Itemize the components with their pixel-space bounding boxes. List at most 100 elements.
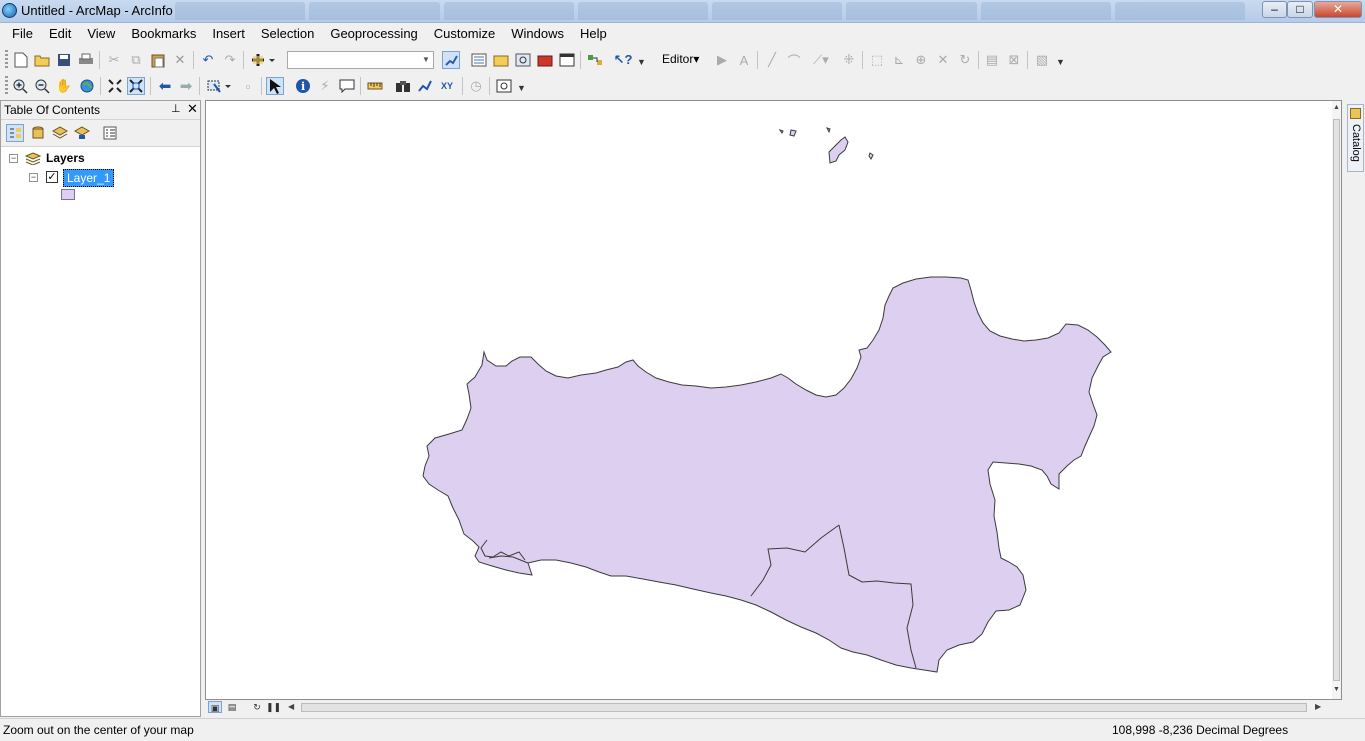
scroll-right-arrow-icon[interactable]: ▶ xyxy=(1315,702,1321,711)
list-by-selection-icon[interactable] xyxy=(73,124,91,142)
identify-icon[interactable]: i xyxy=(294,77,312,95)
edit-vertices-icon[interactable]: ⬚ xyxy=(868,51,886,69)
new-document-icon[interactable] xyxy=(12,51,30,69)
menu-bookmarks[interactable]: Bookmarks xyxy=(123,23,204,45)
layer-visibility-checkbox[interactable]: ✓ xyxy=(46,171,58,183)
menu-insert[interactable]: Insert xyxy=(204,23,253,45)
editor-menu[interactable]: Editor▾ xyxy=(662,52,699,66)
toolbar-grip[interactable] xyxy=(5,50,8,70)
menu-geoprocessing[interactable]: Geoprocessing xyxy=(322,23,425,45)
menu-customize[interactable]: Customize xyxy=(426,23,503,45)
small-island[interactable] xyxy=(868,152,874,160)
point-tool-icon[interactable]: ⁜ xyxy=(840,51,858,69)
small-island[interactable] xyxy=(789,129,797,137)
menu-selection[interactable]: Selection xyxy=(253,23,322,45)
add-data-icon[interactable] xyxy=(249,51,277,69)
layer-symbol-swatch[interactable] xyxy=(61,189,75,200)
delete-icon[interactable]: ✕ xyxy=(171,51,189,69)
maximize-button[interactable]: □ xyxy=(1287,1,1313,18)
edit-annotation-icon[interactable]: A xyxy=(735,51,753,69)
pin-icon[interactable]: ⊥ xyxy=(171,102,181,115)
layer-name-label[interactable]: Layer_1 xyxy=(63,169,115,187)
list-by-source-icon[interactable] xyxy=(29,124,47,142)
split-tool-icon[interactable]: ✕ xyxy=(934,51,952,69)
close-icon[interactable]: ✕ xyxy=(187,101,198,117)
straight-segment-icon[interactable]: ╱ xyxy=(763,51,781,69)
full-extent-globe-icon[interactable] xyxy=(78,77,96,95)
create-viewer-window-icon[interactable] xyxy=(495,77,513,95)
paste-icon[interactable] xyxy=(149,51,167,69)
find-route-icon[interactable] xyxy=(416,77,434,95)
undo-icon[interactable]: ↶ xyxy=(199,51,217,69)
menu-windows[interactable]: Windows xyxy=(503,23,572,45)
small-island[interactable] xyxy=(778,129,784,134)
chevron-down-icon[interactable]: ▼ xyxy=(419,52,433,68)
edit-tool-icon[interactable]: ▶ xyxy=(713,51,731,69)
modelbuilder-icon[interactable] xyxy=(586,51,604,69)
go-forward-icon[interactable]: ➡ xyxy=(177,77,195,95)
fixed-zoom-in-icon[interactable] xyxy=(106,77,124,95)
arctoolbox-icon[interactable] xyxy=(536,51,554,69)
clear-selection-icon[interactable]: ▫ xyxy=(239,77,257,95)
python-window-icon[interactable] xyxy=(558,51,576,69)
cut-icon[interactable]: ✂ xyxy=(105,51,123,69)
open-folder-icon[interactable] xyxy=(33,51,51,69)
zoom-in-icon[interactable] xyxy=(11,77,29,95)
minimize-button[interactable]: – xyxy=(1262,1,1287,18)
map-scale-combo[interactable]: ▼ xyxy=(287,51,434,69)
pause-drawing-icon[interactable]: ❚❚ xyxy=(266,701,281,713)
attributes-icon[interactable]: ▤ xyxy=(983,51,1001,69)
scroll-down-arrow-icon[interactable]: ▼ xyxy=(1332,686,1341,693)
map-canvas[interactable] xyxy=(206,101,1330,699)
editor-toolbar-toggle-icon[interactable] xyxy=(442,51,460,69)
reshape-feature-icon[interactable]: ⊾ xyxy=(890,51,908,69)
sketch-properties-icon[interactable]: ⊠ xyxy=(1005,51,1023,69)
data-view-icon[interactable]: ▣ xyxy=(208,701,222,713)
redo-icon[interactable]: ↷ xyxy=(221,51,239,69)
pan-hand-icon[interactable]: ✋ xyxy=(55,77,73,95)
small-island[interactable] xyxy=(826,127,831,134)
data-frame-label[interactable]: Layers xyxy=(46,151,85,165)
catalog-side-tab[interactable]: Catalog xyxy=(1347,104,1364,172)
menu-view[interactable]: View xyxy=(79,23,123,45)
go-back-icon[interactable]: ⬅ xyxy=(156,77,174,95)
trace-tool-icon[interactable]: ⟋▾ xyxy=(808,51,834,69)
find-binoculars-icon[interactable] xyxy=(394,77,412,95)
toc-options-icon[interactable] xyxy=(101,124,119,142)
catalog-tab-label[interactable]: Catalog xyxy=(1350,124,1362,162)
menu-file[interactable]: File xyxy=(0,23,41,45)
province-polygon[interactable] xyxy=(422,276,1112,673)
scroll-left-arrow-icon[interactable]: ◀ xyxy=(288,702,294,711)
html-popup-icon[interactable] xyxy=(338,77,356,95)
toolbar-overflow-icon[interactable]: ▼ xyxy=(1056,57,1065,69)
collapse-layers-icon[interactable]: − xyxy=(9,154,18,163)
whats-this-help-icon[interactable]: ↖? xyxy=(612,51,634,69)
hyperlink-icon[interactable]: ⚡ xyxy=(316,77,334,95)
rotate-tool-icon[interactable]: ↻ xyxy=(956,51,974,69)
select-elements-icon[interactable] xyxy=(266,77,284,95)
measure-icon[interactable] xyxy=(366,77,384,95)
list-by-visibility-icon[interactable] xyxy=(51,124,69,142)
menu-help[interactable]: Help xyxy=(572,23,615,45)
select-features-icon[interactable] xyxy=(205,77,233,95)
search-window-icon[interactable] xyxy=(514,51,532,69)
cut-polygons-icon[interactable]: ⊕ xyxy=(912,51,930,69)
end-point-arc-icon[interactable]: ⌒ xyxy=(785,51,803,69)
scroll-up-arrow-icon[interactable]: ▲ xyxy=(1332,104,1341,111)
print-icon[interactable] xyxy=(77,51,95,69)
go-to-xy-icon[interactable]: XY xyxy=(438,77,456,95)
collapse-layer-icon[interactable]: − xyxy=(29,173,38,182)
toolbar-overflow-icon[interactable]: ▼ xyxy=(517,83,526,95)
catalog-window-icon[interactable] xyxy=(492,51,510,69)
horizontal-scrollbar[interactable]: ◀ ▶ xyxy=(285,702,1325,713)
copy-icon[interactable]: ⧉ xyxy=(127,51,145,69)
map-display[interactable]: ▲ ▼ xyxy=(205,100,1342,700)
close-button[interactable]: ✕ xyxy=(1314,1,1362,18)
horizontal-scroll-thumb[interactable] xyxy=(301,703,1307,712)
list-by-drawing-order-icon[interactable] xyxy=(6,124,24,142)
table-of-contents-icon[interactable] xyxy=(470,51,488,69)
refresh-icon[interactable]: ↻ xyxy=(250,701,264,713)
toolbar-overflow-icon[interactable]: ▼ xyxy=(637,57,646,69)
zoom-out-icon[interactable] xyxy=(33,77,51,95)
toolbar-grip[interactable] xyxy=(5,76,8,96)
